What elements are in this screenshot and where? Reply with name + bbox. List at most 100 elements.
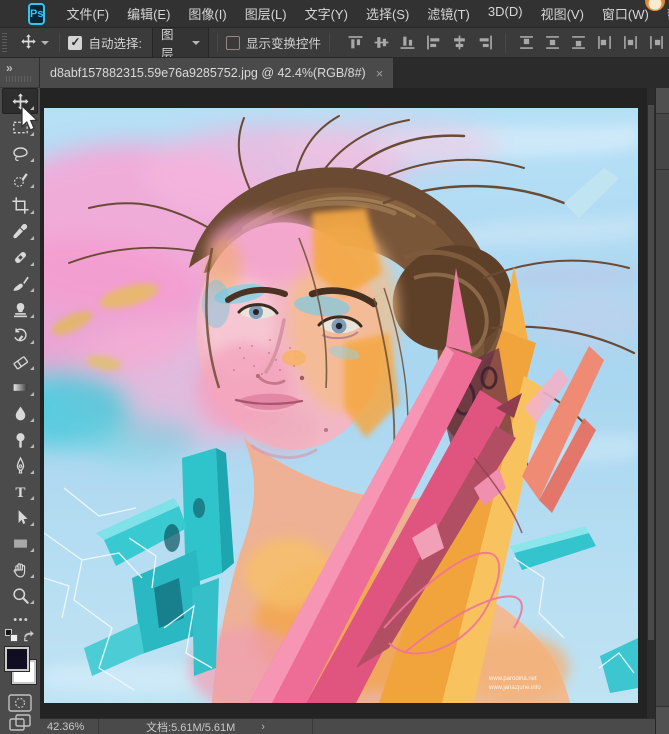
- edit-toolbar-button[interactable]: [2, 608, 38, 630]
- show-transform-checkbox[interactable]: 显示变换控件: [226, 33, 321, 52]
- pen-tool-button[interactable]: [2, 452, 38, 478]
- distribute-left-edges-button[interactable]: [591, 32, 617, 54]
- blur-tool-button[interactable]: [2, 400, 38, 426]
- align-horizontal-centers-button[interactable]: [446, 32, 472, 54]
- chevron-right-icon[interactable]: ›: [261, 721, 265, 733]
- artwork-image: www.parodina.net www.jana2june.info: [44, 108, 638, 703]
- checkbox-checked-icon: [68, 36, 82, 50]
- menu-item-3d[interactable]: 3D(D): [479, 4, 532, 23]
- path-select-tool-button[interactable]: [2, 504, 38, 530]
- align-bottom-edges-icon: [399, 34, 416, 51]
- screen-mode-button[interactable]: [0, 714, 40, 734]
- distribute-horizontal-centers-icon: [622, 34, 639, 51]
- menu-item-layer[interactable]: 图层(L): [236, 4, 296, 23]
- quick-select-icon: [11, 170, 30, 189]
- history-brush-tool-button[interactable]: [2, 322, 38, 348]
- healing-brush-tool-button[interactable]: [2, 244, 38, 270]
- photoshop-window: Ps 文件(F)编辑(E)图像(I)图层(L)文字(Y)选择(S)滤镜(T)3D…: [0, 0, 669, 734]
- marquee-tool-button[interactable]: [2, 114, 38, 140]
- document-tab-title: d8abf157882315.59e76a9285752.jpg @ 42.4%…: [50, 66, 366, 80]
- eraser-tool-button[interactable]: [2, 348, 38, 374]
- menu-item-filter[interactable]: 滤镜(T): [418, 4, 479, 23]
- tool-preset-button[interactable]: [18, 31, 51, 55]
- pen-icon: [11, 456, 30, 475]
- clone-stamp-tool-button[interactable]: [2, 296, 38, 322]
- swap-colors-icon[interactable]: [22, 629, 35, 647]
- workspace: T: [0, 88, 669, 734]
- dock-segment: [656, 170, 669, 706]
- auto-select-target-dropdown[interactable]: 图层: [152, 28, 209, 58]
- align-bottom-edges-button[interactable]: [394, 32, 420, 54]
- quick-select-tool-button[interactable]: [2, 166, 38, 192]
- document-info-text: 文档:5.61M/5.61M: [146, 719, 235, 734]
- vertical-scrollbar[interactable]: [646, 88, 655, 718]
- blur-icon: [11, 404, 30, 423]
- dodge-tool-button[interactable]: [2, 426, 38, 452]
- gradient-tool-button[interactable]: [2, 374, 38, 400]
- distribute-right-edges-button[interactable]: [643, 32, 669, 54]
- toolbar-grip[interactable]: [6, 76, 32, 82]
- document-info[interactable]: 文档:5.61M/5.61M ›: [98, 719, 313, 734]
- distribute-left-edges-icon: [596, 34, 613, 51]
- shape-tool-button[interactable]: [2, 530, 38, 556]
- eyedropper-tool-button[interactable]: [2, 218, 38, 244]
- toolbar: T: [0, 88, 40, 734]
- distribute-vertical-centers-button[interactable]: [539, 32, 565, 54]
- chevron-down-icon: [192, 41, 200, 45]
- menu-item-image[interactable]: 图像(I): [179, 4, 235, 23]
- hand-icon: [11, 560, 30, 579]
- document-area: www.parodina.net www.jana2june.info 42.3…: [40, 88, 655, 734]
- tab-close-icon[interactable]: ×: [376, 67, 384, 80]
- align-vertical-centers-icon: [373, 34, 390, 51]
- color-swatches: [0, 646, 40, 692]
- watermark-line-2: www.jana2june.info: [488, 685, 541, 691]
- auto-select-checkbox[interactable]: 自动选择:: [68, 33, 141, 52]
- move-tool-button[interactable]: [2, 88, 38, 114]
- align-right-edges-icon: [477, 34, 494, 51]
- tab-bar-empty: [393, 58, 669, 88]
- crop-tool-button[interactable]: [2, 192, 38, 218]
- watermark-line-1: www.parodina.net: [488, 676, 537, 682]
- align-left-edges-icon: [425, 34, 442, 51]
- quick-mask-button[interactable]: [0, 692, 40, 714]
- distribute-horizontal-centers-button[interactable]: [617, 32, 643, 54]
- align-top-edges-button[interactable]: [342, 32, 368, 54]
- align-top-edges-icon: [347, 34, 364, 51]
- menu-item-edit[interactable]: 编辑(E): [118, 4, 179, 23]
- align-left-edges-button[interactable]: [420, 32, 446, 54]
- lasso-tool-button[interactable]: [2, 140, 38, 166]
- eraser-icon: [11, 352, 30, 371]
- separator: [59, 33, 60, 52]
- type-tool-button[interactable]: T: [2, 478, 38, 504]
- brush-icon: [11, 274, 30, 293]
- distribute-top-edges-icon: [518, 34, 535, 51]
- align-right-edges-button[interactable]: [472, 32, 498, 54]
- menu-item-view[interactable]: 视图(V): [532, 4, 593, 23]
- svg-text:T: T: [15, 484, 25, 501]
- document-canvas[interactable]: www.parodina.net www.jana2june.info: [44, 108, 638, 703]
- dock-segment: [656, 706, 669, 734]
- canvas-area: www.parodina.net www.jana2june.info: [40, 88, 655, 718]
- menu-item-file[interactable]: 文件(F): [57, 4, 118, 23]
- menu-item-select[interactable]: 选择(S): [357, 4, 418, 23]
- align-vertical-centers-button[interactable]: [368, 32, 394, 54]
- foreground-color-swatch[interactable]: [5, 647, 29, 671]
- brush-tool-button[interactable]: [2, 270, 38, 296]
- clone-stamp-icon: [11, 300, 30, 319]
- hand-tool-button[interactable]: [2, 556, 38, 582]
- zoom-level-field[interactable]: 42.36%: [40, 721, 98, 733]
- default-colors-icon[interactable]: [5, 629, 18, 647]
- menu-item-type[interactable]: 文字(Y): [296, 4, 357, 23]
- distribute-right-edges-icon: [648, 34, 665, 51]
- options-bar-grip[interactable]: [2, 33, 7, 52]
- collapse-panels-button[interactable]: »: [6, 63, 39, 73]
- zoom-tool-button[interactable]: [2, 582, 38, 608]
- distribute-top-edges-button[interactable]: [513, 32, 539, 54]
- document-tab[interactable]: d8abf157882315.59e76a9285752.jpg @ 42.4%…: [40, 58, 393, 88]
- move-icon: [11, 92, 30, 111]
- photoshop-logo: Ps: [28, 3, 45, 25]
- distribute-bottom-edges-button[interactable]: [565, 32, 591, 54]
- panel-dock-strip[interactable]: [655, 88, 669, 734]
- scrollbar-thumb[interactable]: [648, 105, 654, 640]
- dropdown-value: 图层: [161, 28, 182, 58]
